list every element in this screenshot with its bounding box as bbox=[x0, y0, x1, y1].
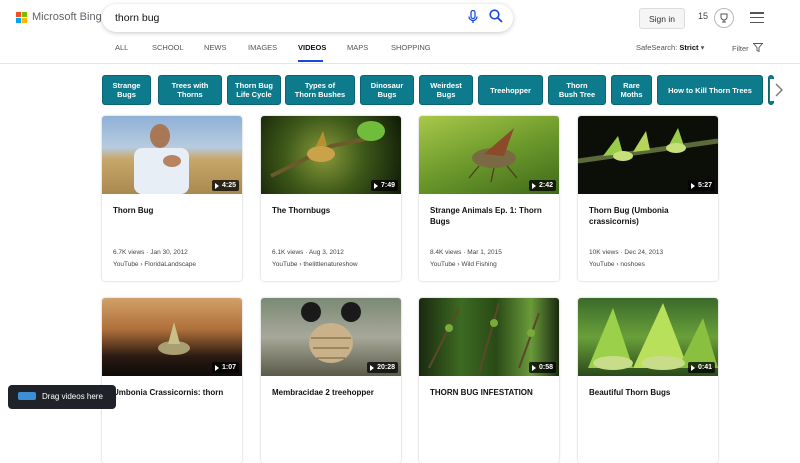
tab-news[interactable]: NEWS bbox=[204, 43, 248, 63]
duration-badge: 20:28 bbox=[367, 362, 398, 373]
chips-next-arrow[interactable] bbox=[770, 79, 788, 101]
play-icon bbox=[531, 182, 536, 189]
duration-badge: 0:58 bbox=[528, 362, 556, 373]
video-thumbnail[interactable]: 0:41 bbox=[578, 298, 718, 376]
filter-label: Filter bbox=[732, 44, 749, 53]
video-meta: 8.4K views · Mar 1, 2015 bbox=[430, 249, 502, 256]
duration-badge: 5:27 bbox=[687, 180, 715, 191]
video-thumbnail[interactable]: 7:49 bbox=[261, 116, 401, 194]
safesearch-dropdown[interactable]: SafeSearch: Strict ▾ bbox=[636, 43, 704, 52]
chip-types-of-thorn-bushes[interactable]: Types of Thorn Bushes bbox=[285, 75, 355, 105]
video-title[interactable]: Umbonia Crassicornis: thorn bbox=[113, 387, 235, 398]
tab-videos[interactable]: VIDEOS bbox=[298, 43, 326, 63]
video-title[interactable]: Membracidae 2 treehopper bbox=[272, 387, 394, 398]
duration-badge: 4:25 bbox=[211, 180, 239, 191]
tab-all[interactable]: ALL bbox=[115, 43, 152, 63]
play-icon bbox=[690, 364, 695, 371]
video-source: YouTube › thelittlenatureshow bbox=[272, 261, 358, 268]
video-card[interactable]: 7:49 The Thornbugs 6.1K views · Aug 3, 2… bbox=[261, 116, 401, 281]
nav-tabs: ALL SCHOOL NEWS IMAGES VIDEOS MAPS SHOPP… bbox=[115, 43, 441, 63]
microsoft-logo-icon bbox=[16, 11, 27, 23]
chip-rare-moths[interactable]: Rare Moths bbox=[611, 75, 652, 105]
brand-name: Microsoft Bing bbox=[32, 11, 102, 23]
video-source: YouTube › FloridaLandscape bbox=[113, 261, 196, 268]
video-thumbnail[interactable]: 1:07 bbox=[102, 298, 242, 376]
video-title[interactable]: Thorn Bug (Umbonia crassicornis) bbox=[589, 205, 711, 227]
video-card[interactable]: 2:42 Strange Animals Ep. 1: Thorn Bugs 8… bbox=[419, 116, 559, 281]
tab-shopping[interactable]: SHOPPING bbox=[391, 43, 441, 63]
chip-treehopper[interactable]: Treehopper bbox=[478, 75, 543, 105]
play-icon bbox=[214, 182, 219, 189]
tab-school[interactable]: SCHOOL bbox=[152, 43, 204, 63]
safesearch-label: SafeSearch: bbox=[636, 43, 678, 52]
filter-icon bbox=[752, 43, 764, 53]
filter-button[interactable]: Filter bbox=[732, 43, 764, 53]
duration-badge: 2:42 bbox=[528, 180, 556, 191]
play-icon bbox=[690, 182, 695, 189]
drag-videos-toast[interactable]: Drag videos here bbox=[8, 385, 116, 409]
search-box[interactable]: thorn bug bbox=[102, 4, 513, 32]
header-bar: Microsoft Bing thorn bug Sign in 15 ALL … bbox=[0, 0, 800, 64]
video-source: YouTube › noshoes bbox=[589, 261, 645, 268]
video-card[interactable]: 1:07 Umbonia Crassicornis: thorn bbox=[102, 298, 242, 463]
video-meta: 10K views · Dec 24, 2013 bbox=[589, 249, 664, 256]
video-card[interactable]: 0:58 THORN BUG INFESTATION bbox=[419, 298, 559, 463]
video-title[interactable]: Thorn Bug bbox=[113, 205, 235, 216]
video-thumbnail[interactable]: 5:27 bbox=[578, 116, 718, 194]
duration-badge: 1:07 bbox=[211, 362, 239, 373]
search-input[interactable]: thorn bug bbox=[115, 12, 159, 24]
chip-trees-with-thorns[interactable]: Trees with Thorns bbox=[158, 75, 222, 105]
video-card[interactable]: 0:41 Beautiful Thorn Bugs bbox=[578, 298, 718, 463]
video-title[interactable]: Beautiful Thorn Bugs bbox=[589, 387, 711, 398]
chip-weirdest-bugs[interactable]: Weirdest Bugs bbox=[419, 75, 473, 105]
chevron-right-icon bbox=[775, 83, 783, 97]
play-icon bbox=[370, 364, 375, 371]
video-card[interactable]: 4:25 Thorn Bug 6.7K views · Jan 30, 2012… bbox=[102, 116, 242, 281]
hamburger-icon[interactable] bbox=[750, 12, 764, 23]
play-icon bbox=[373, 182, 378, 189]
bing-logo[interactable]: Microsoft Bing bbox=[16, 11, 102, 23]
video-thumbnail[interactable]: 0:58 bbox=[419, 298, 559, 376]
chip-strange-bugs[interactable]: Strange Bugs bbox=[102, 75, 151, 105]
video-thumbnail[interactable]: 20:28 bbox=[261, 298, 401, 376]
duration-badge: 7:49 bbox=[370, 180, 398, 191]
video-title[interactable]: Strange Animals Ep. 1: Thorn Bugs bbox=[430, 205, 552, 227]
chip-how-to-kill-thorn-trees[interactable]: How to Kill Thorn Trees bbox=[657, 75, 763, 105]
video-meta: 6.1K views · Aug 3, 2012 bbox=[272, 249, 344, 256]
chip-thorn-bug-life-cycle[interactable]: Thorn Bug Life Cycle bbox=[227, 75, 281, 105]
drag-icon bbox=[18, 392, 36, 400]
safesearch-value: Strict bbox=[679, 43, 699, 52]
duration-badge: 0:41 bbox=[687, 362, 715, 373]
microphone-icon[interactable] bbox=[467, 10, 479, 24]
video-meta: 6.7K views · Jan 30, 2012 bbox=[113, 249, 188, 256]
sign-in-button[interactable]: Sign in bbox=[639, 8, 685, 29]
chip-thorn-bush-tree[interactable]: Thorn Bush Tree bbox=[548, 75, 606, 105]
video-source: YouTube › Wild Fishing bbox=[430, 261, 497, 268]
video-card[interactable]: 5:27 Thorn Bug (Umbonia crassicornis) 10… bbox=[578, 116, 718, 281]
trophy-icon[interactable] bbox=[714, 8, 734, 28]
tab-maps[interactable]: MAPS bbox=[347, 43, 391, 63]
play-icon bbox=[531, 364, 536, 371]
chevron-down-icon: ▾ bbox=[700, 43, 705, 52]
rewards-count[interactable]: 15 bbox=[698, 11, 708, 21]
video-title[interactable]: The Thornbugs bbox=[272, 205, 394, 216]
video-thumbnail[interactable]: 4:25 bbox=[102, 116, 242, 194]
tab-images[interactable]: IMAGES bbox=[248, 43, 298, 63]
search-icon[interactable] bbox=[489, 9, 503, 23]
chip-dinosaur-bugs[interactable]: Dinosaur Bugs bbox=[360, 75, 414, 105]
video-thumbnail[interactable]: 2:42 bbox=[419, 116, 559, 194]
play-icon bbox=[214, 364, 219, 371]
video-title[interactable]: THORN BUG INFESTATION bbox=[430, 387, 552, 398]
video-card[interactable]: 20:28 Membracidae 2 treehopper bbox=[261, 298, 401, 463]
